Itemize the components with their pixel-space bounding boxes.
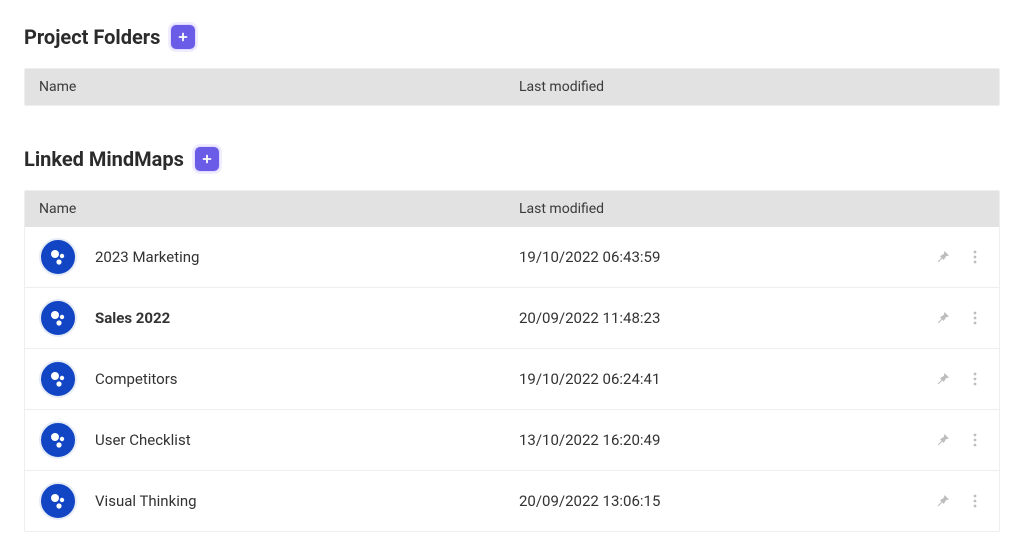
- table-row[interactable]: Sales 2022 20/09/2022 11:48:23: [25, 287, 999, 348]
- mindmap-icon: [39, 421, 77, 459]
- mindmap-icon: [39, 299, 77, 337]
- table-row[interactable]: User Checklist 13/10/2022 16:20:49: [25, 409, 999, 470]
- mindmap-icon: [39, 238, 77, 276]
- table-row[interactable]: Competitors 19/10/2022 06:24:41: [25, 348, 999, 409]
- more-menu-icon[interactable]: [965, 369, 985, 389]
- row-modified: 19/10/2022 06:43:59: [519, 248, 660, 266]
- mindmap-icon: [39, 482, 77, 520]
- table-row[interactable]: 2023 Marketing 19/10/2022 06:43:59: [25, 227, 999, 287]
- add-mindmap-button[interactable]: [194, 146, 220, 172]
- add-folder-button[interactable]: [170, 24, 196, 50]
- more-menu-icon[interactable]: [965, 491, 985, 511]
- row-name: Sales 2022: [95, 309, 170, 327]
- pin-icon[interactable]: [933, 369, 953, 389]
- pin-icon[interactable]: [933, 491, 953, 511]
- mindmaps-table: Name Last modified 2023 Marketing 19/10/…: [24, 190, 1000, 532]
- mindmaps-col-modified[interactable]: Last modified: [519, 201, 915, 217]
- more-menu-icon[interactable]: [965, 430, 985, 450]
- pin-icon[interactable]: [933, 430, 953, 450]
- mindmaps-table-header: Name Last modified: [25, 191, 999, 227]
- plus-icon: [200, 152, 214, 166]
- folders-table: Name Last modified: [24, 68, 1000, 106]
- project-folders-section: Project Folders Name Last modified: [24, 24, 1000, 106]
- project-folders-title: Project Folders: [24, 25, 160, 49]
- row-modified: 13/10/2022 16:20:49: [519, 431, 660, 449]
- row-name: Visual Thinking: [95, 492, 197, 510]
- row-name: 2023 Marketing: [95, 248, 199, 266]
- plus-icon: [176, 30, 190, 44]
- folders-col-modified[interactable]: Last modified: [519, 79, 915, 95]
- folders-col-name[interactable]: Name: [39, 79, 519, 95]
- pin-icon[interactable]: [933, 308, 953, 328]
- mindmap-icon: [39, 360, 77, 398]
- linked-mindmaps-section: Linked MindMaps Name Last modified 2023 …: [24, 146, 1000, 532]
- mindmaps-table-body: 2023 Marketing 19/10/2022 06:43:59 Sales…: [25, 227, 999, 531]
- more-menu-icon[interactable]: [965, 247, 985, 267]
- table-row[interactable]: Visual Thinking 20/09/2022 13:06:15: [25, 470, 999, 531]
- row-modified: 20/09/2022 11:48:23: [519, 309, 660, 327]
- row-modified: 19/10/2022 06:24:41: [519, 370, 660, 388]
- row-modified: 20/09/2022 13:06:15: [519, 492, 660, 510]
- more-menu-icon[interactable]: [965, 308, 985, 328]
- mindmaps-col-name[interactable]: Name: [39, 201, 519, 217]
- folders-table-header: Name Last modified: [25, 69, 999, 105]
- pin-icon[interactable]: [933, 247, 953, 267]
- linked-mindmaps-title: Linked MindMaps: [24, 147, 184, 171]
- row-name: User Checklist: [95, 431, 191, 449]
- row-name: Competitors: [95, 370, 178, 388]
